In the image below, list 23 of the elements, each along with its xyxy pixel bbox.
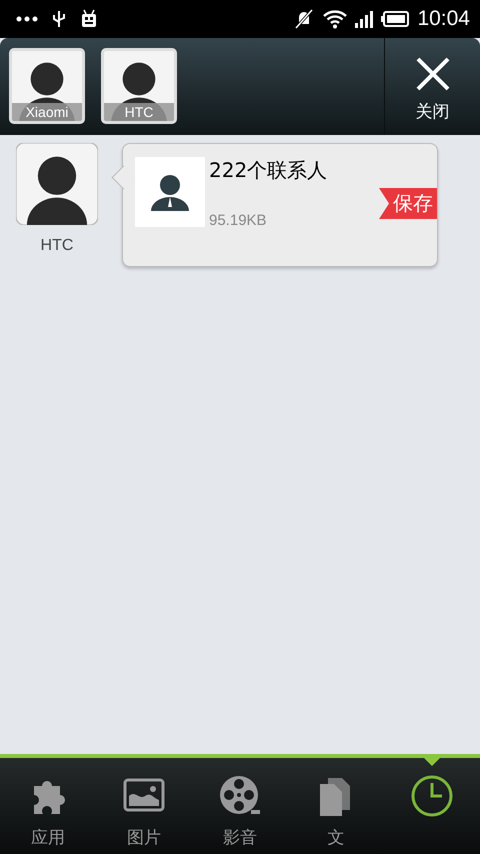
clock-icon [410, 774, 454, 818]
nav-tab[interactable]: 应用 [0, 758, 96, 854]
nav-tab[interactable]: 图片 [96, 758, 192, 854]
nav-tab[interactable]: 文 [288, 758, 384, 854]
contact-icon [135, 157, 205, 227]
robot-icon [80, 9, 98, 29]
clock-time: 10:04 [417, 7, 470, 31]
device-chip[interactable]: HTC [101, 48, 177, 124]
nav-tab[interactable]: 影音 [192, 758, 288, 854]
battery-icon [381, 11, 410, 27]
muted-bell-icon [293, 9, 316, 29]
device-chip[interactable]: Xiaomi [9, 48, 85, 124]
more-icon [16, 16, 38, 22]
usb-icon [52, 10, 66, 28]
close-icon [414, 56, 450, 92]
close-button[interactable]: 关闭 [384, 38, 480, 135]
sender-name: HTC [40, 237, 74, 255]
signal-icon [355, 10, 374, 28]
file-title: 222个联系人 [209, 157, 328, 184]
file-size: 95.19KB [209, 212, 268, 229]
save-button[interactable]: 保存 [379, 188, 437, 219]
wifi-icon [323, 9, 348, 29]
avatar-icon [16, 143, 98, 225]
